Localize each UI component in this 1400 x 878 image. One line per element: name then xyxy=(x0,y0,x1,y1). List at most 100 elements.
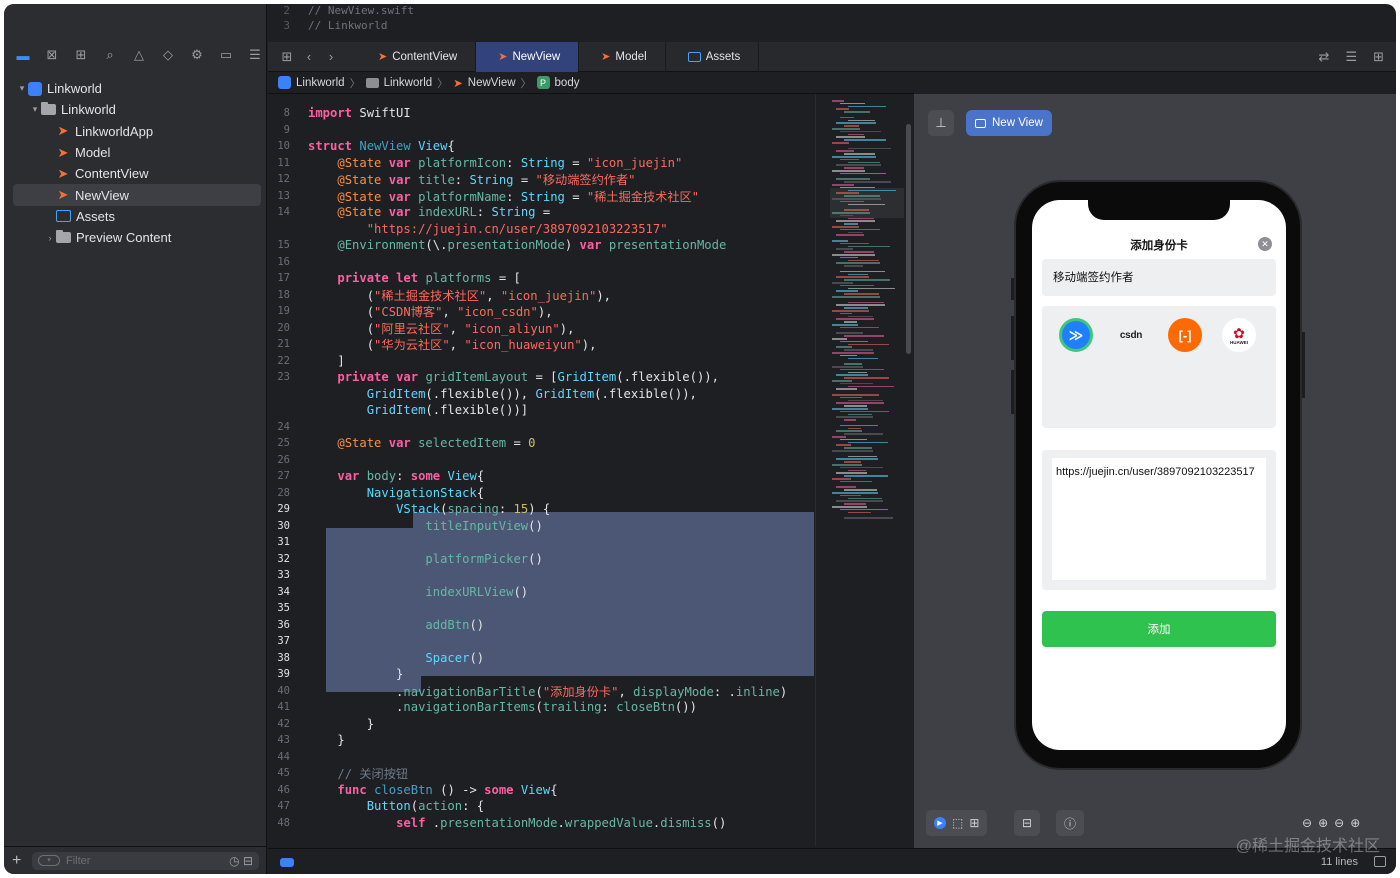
tree-item[interactable]: ➤ Model xyxy=(4,142,267,163)
tab-assets[interactable]: Assets xyxy=(666,41,760,72)
minimap-line xyxy=(836,150,854,152)
tree-item[interactable]: › Preview Content xyxy=(4,227,267,248)
code-token: inline xyxy=(735,684,780,699)
zoom-in-icon[interactable]: ⊕ xyxy=(1350,816,1360,830)
code-line: 44 xyxy=(268,749,814,766)
breakpoint-icon[interactable]: ▭ xyxy=(215,44,237,66)
variants-icon[interactable]: ⊞ xyxy=(969,816,979,830)
code-token: var xyxy=(396,370,419,385)
info-button[interactable]: ⓘ xyxy=(1056,810,1085,836)
huawei-icon[interactable]: ✿ HUAWEI xyxy=(1222,318,1256,352)
minimap-line xyxy=(840,284,874,287)
code-comment: // NewView.swift xyxy=(308,4,414,17)
recent-files-icon[interactable]: ◷ ⊟ xyxy=(229,854,253,868)
report-icon[interactable]: ☰ xyxy=(244,44,266,66)
tab-contentview[interactable]: ➤ ContentView xyxy=(356,41,477,72)
code-token: String xyxy=(491,205,536,220)
code-text: private var gridItemLayout = [GridItem(.… xyxy=(308,370,814,384)
juejin-icon[interactable]: ≫ xyxy=(1059,318,1093,352)
panel-toggle-icon[interactable] xyxy=(1374,856,1386,867)
tree-item[interactable]: ➤ ContentView xyxy=(4,163,267,184)
zoom-actual-icon[interactable]: ⊖ xyxy=(1334,816,1344,830)
preview-selector-button[interactable]: New View xyxy=(966,110,1052,136)
scrollbar[interactable] xyxy=(906,124,911,354)
project-icon xyxy=(28,81,42,96)
test-icon[interactable]: ◇ xyxy=(157,44,179,66)
back-icon[interactable]: ‹ xyxy=(298,49,320,64)
related-items-icon[interactable]: ⇄ xyxy=(1319,49,1330,65)
device-settings-button[interactable]: ⊟ xyxy=(1014,810,1041,836)
console-toggle-icon[interactable] xyxy=(280,858,294,867)
url-text-editor[interactable]: https://juejin.cn/user/3897092103223517 xyxy=(1052,458,1266,580)
disclosure-icon[interactable]: › xyxy=(44,233,56,243)
minimap[interactable] xyxy=(815,94,914,846)
project-navigator: ▬ ⊠ ⊞ ⌕ △ ◇ ⚙ ▭ ☰ ▾ Linkworld ▾ Linkworld ➤ L… xyxy=(4,4,267,874)
code-line: 14 @State var indexURL: String = xyxy=(268,204,814,221)
minimap-line xyxy=(832,100,844,102)
issue-icon[interactable]: △ xyxy=(128,44,150,66)
code-token: ), xyxy=(596,288,611,303)
minimap-line xyxy=(840,256,858,259)
disclosure-icon[interactable]: ▾ xyxy=(16,83,28,94)
tree-item[interactable]: ➤ LinkworldApp xyxy=(4,121,267,142)
tree-item[interactable]: Assets xyxy=(4,206,267,227)
source-control-icon[interactable]: ⊠ xyxy=(41,44,63,66)
forward-icon[interactable]: › xyxy=(320,49,342,64)
debug-icon[interactable]: ⚙ xyxy=(186,44,208,66)
tab-model[interactable]: ➤ Model xyxy=(579,41,666,72)
breadcrumb-item[interactable]: Linkworld xyxy=(296,77,345,89)
minimap-line xyxy=(844,111,870,113)
breadcrumb-item[interactable]: NewView xyxy=(468,77,516,89)
code-token: } xyxy=(308,716,375,731)
tree-item[interactable]: ▾ Linkworld xyxy=(4,99,267,120)
code-token: GridItem xyxy=(366,403,426,418)
zoom-fit-icon[interactable]: ⊕ xyxy=(1318,816,1328,830)
code-token: closeBtn xyxy=(374,782,433,797)
add-button[interactable]: 添加 xyxy=(1042,611,1276,647)
filter-options-icon[interactable]: ▾ xyxy=(38,855,60,866)
minimap-line xyxy=(848,315,873,318)
find-icon[interactable]: ⌕ xyxy=(99,44,121,66)
code-token: titleInputView xyxy=(425,518,529,533)
code-text: @State var platformName: String = "稀土掘金技… xyxy=(308,187,814,205)
code-token: private xyxy=(337,271,389,286)
line-number: 17 xyxy=(277,272,290,285)
minimap-line xyxy=(840,508,888,511)
title-input[interactable]: 移动端签约作者 xyxy=(1042,259,1276,296)
split-editor-icon[interactable]: ⊞ xyxy=(1373,49,1384,65)
tree-item[interactable]: ➤ NewView xyxy=(13,184,261,206)
line-number: 45 xyxy=(277,767,290,780)
tab-newview[interactable]: ➤ NewView xyxy=(476,41,580,72)
breadcrumb-item[interactable]: body xyxy=(555,77,580,89)
grid-icon[interactable]: ⊞ xyxy=(276,49,298,65)
folder-icon[interactable]: ▬ xyxy=(12,44,34,66)
code-editor[interactable]: 8 import SwiftUI 9 10 struct NewView View{11… xyxy=(268,100,814,848)
line-number: 27 xyxy=(277,470,290,483)
pin-icon[interactable]: ⊥ xyxy=(928,110,954,136)
live-preview-icon[interactable]: ▶ xyxy=(934,817,946,829)
symbol-icon[interactable]: ⊞ xyxy=(70,44,92,66)
editor-options-icon[interactable]: ☰ xyxy=(1345,49,1357,65)
selectable-icon[interactable]: ⬚ xyxy=(952,816,963,830)
breadcrumb-item[interactable]: Linkworld xyxy=(384,77,433,89)
csdn-icon[interactable]: csdn xyxy=(1114,318,1148,352)
code-token: ( xyxy=(308,321,375,336)
code-text: .navigationBarTitle("添加身份卡", displayMode… xyxy=(308,682,814,700)
filter-input[interactable]: ▾ Filter ◷ ⊟ xyxy=(32,851,259,870)
line-number: 22 xyxy=(277,354,290,367)
aliyun-icon[interactable]: [-] xyxy=(1168,318,1202,352)
close-icon[interactable]: ✕ xyxy=(1258,237,1272,251)
disclosure-icon[interactable]: ▾ xyxy=(29,104,41,115)
zoom-out-icon[interactable]: ⊖ xyxy=(1302,816,1312,830)
code-token: Button xyxy=(366,799,411,814)
tree-item[interactable]: ▾ Linkworld xyxy=(4,78,267,99)
code-token: (.flexible()), xyxy=(425,386,536,401)
line-number: 44 xyxy=(277,750,290,763)
code-text: ("阿里云社区", "icon_aliyun"), xyxy=(308,319,814,337)
add-icon[interactable]: + xyxy=(12,852,26,870)
code-line: 10 struct NewView View{ xyxy=(268,138,814,155)
